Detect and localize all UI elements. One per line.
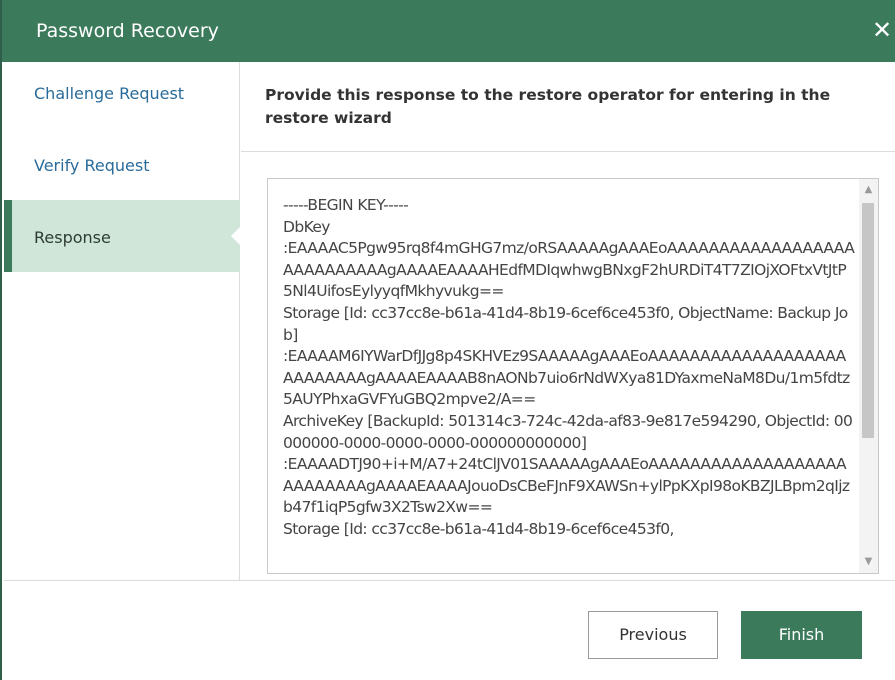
step-label: Challenge Request [34, 84, 185, 103]
step-response[interactable]: Response [4, 200, 241, 272]
step-label: Response [34, 228, 111, 247]
step-header: Provide this response to the restore ope… [241, 62, 895, 152]
scroll-up-arrow-icon[interactable]: ▲ [859, 181, 878, 199]
footer-bar: Previous Finish [4, 580, 895, 680]
window-title: Password Recovery [36, 20, 219, 42]
selected-step-indicator [4, 200, 12, 272]
title-bar: Password Recovery ✕ [2, 0, 895, 62]
selected-step-notch [231, 226, 241, 246]
scrollbar-thumb[interactable] [862, 203, 874, 438]
finish-button[interactable]: Finish [741, 611, 862, 659]
wizard-steps-sidebar: Challenge Request Verify Request Respons… [4, 62, 241, 580]
step-label: Verify Request [34, 156, 150, 175]
step-verify-request[interactable]: Verify Request [4, 134, 240, 206]
password-recovery-window: Password Recovery ✕ Challenge Request Ve… [0, 0, 895, 680]
step-heading: Provide this response to the restore ope… [265, 86, 831, 127]
response-key-text: -----BEGIN KEY----- DbKey :EAAAAC5Pgw95r… [283, 196, 855, 538]
vertical-scrollbar[interactable]: ▲ ▼ [859, 179, 878, 573]
previous-button[interactable]: Previous [588, 611, 718, 659]
close-icon[interactable]: ✕ [867, 18, 895, 48]
scroll-down-arrow-icon[interactable]: ▼ [859, 553, 878, 571]
step-challenge-request[interactable]: Challenge Request [4, 62, 240, 134]
response-key-textarea[interactable]: -----BEGIN KEY----- DbKey :EAAAAC5Pgw95r… [267, 178, 879, 574]
